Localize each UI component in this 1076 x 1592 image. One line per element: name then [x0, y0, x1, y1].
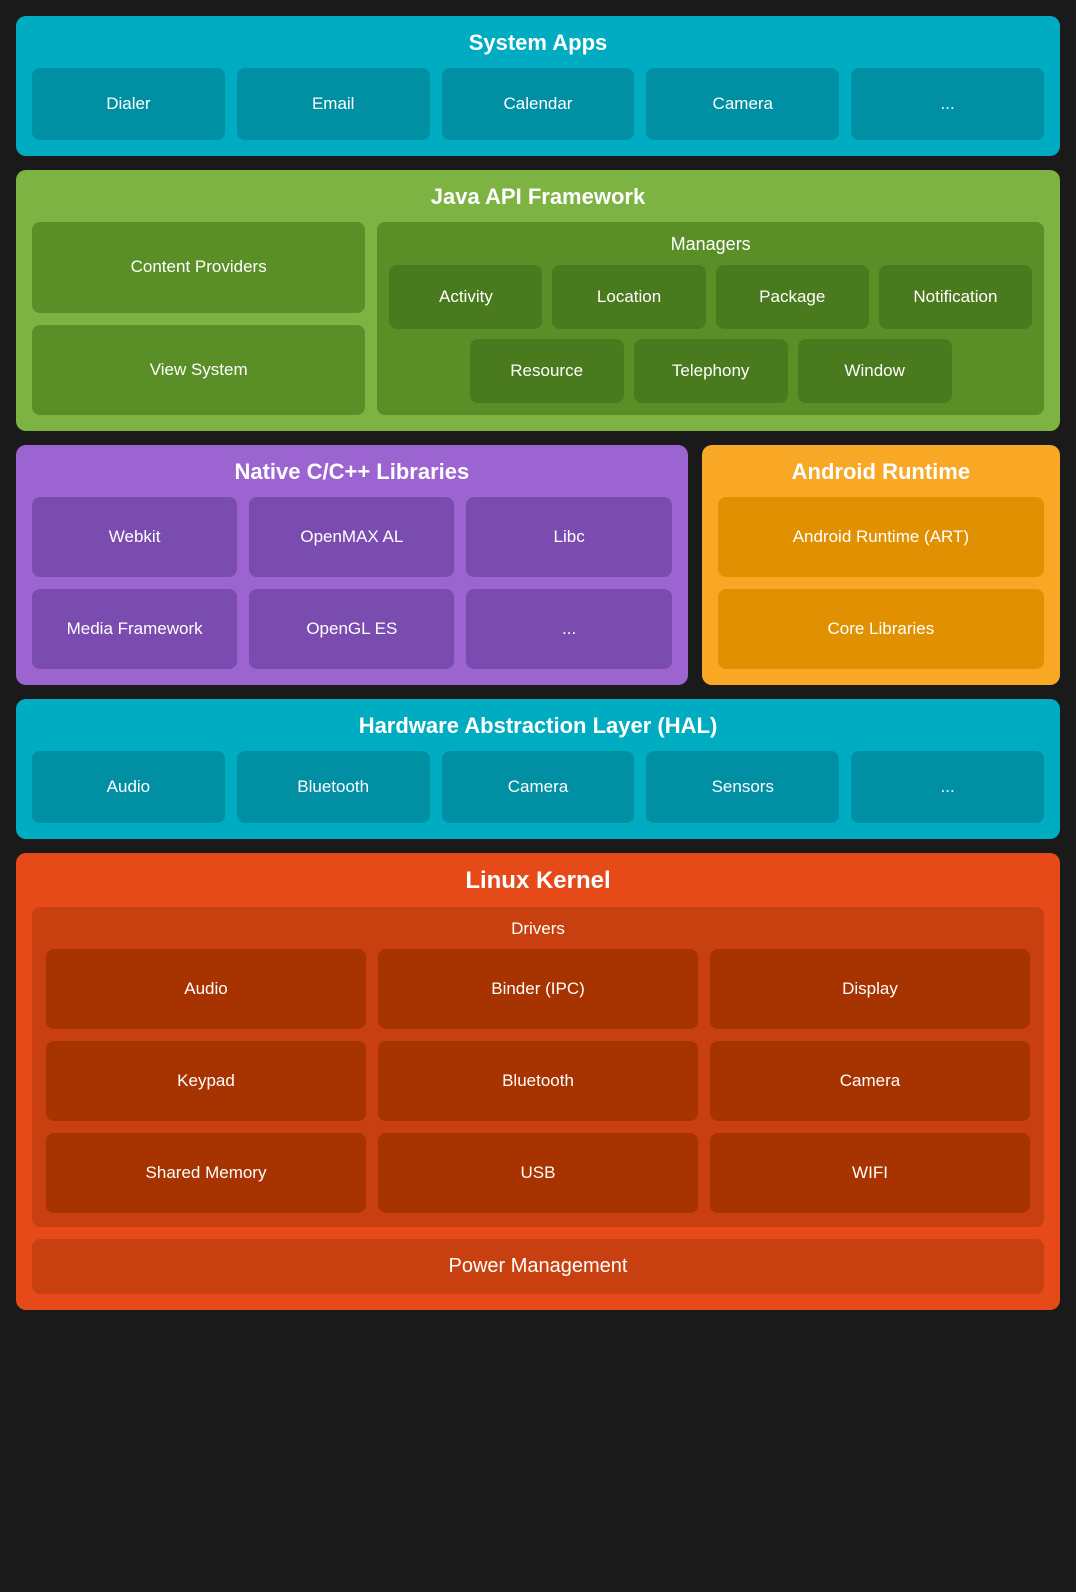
linux-kernel-title: Linux Kernel	[32, 867, 1044, 895]
list-item: Email	[237, 68, 430, 140]
list-item: Sensors	[646, 751, 839, 823]
list-item: Dialer	[32, 68, 225, 140]
system-apps-layer: System Apps Dialer Email Calendar Camera…	[16, 16, 1060, 156]
drivers-grid: Audio Binder (IPC) Display Keypad Blueto…	[46, 949, 1030, 1213]
list-item: Shared Memory	[46, 1133, 366, 1213]
list-item: Window	[798, 339, 952, 403]
list-item: USB	[378, 1133, 698, 1213]
list-item: ...	[851, 68, 1044, 140]
java-api-layer: Java API Framework Content Providers Vie…	[16, 170, 1060, 431]
view-system-card: View System	[32, 325, 365, 416]
list-item: Activity	[389, 265, 542, 329]
power-management: Power Management	[32, 1239, 1044, 1294]
native-libs-grid: Webkit OpenMAX AL Libc Media Framework O…	[32, 497, 672, 669]
managers-title: Managers	[389, 234, 1032, 255]
java-api-left: Content Providers View System	[32, 222, 365, 415]
list-item: Libc	[466, 497, 671, 577]
list-item: Camera	[442, 751, 635, 823]
list-item: OpenMAX AL	[249, 497, 454, 577]
drivers-title: Drivers	[46, 919, 1030, 939]
core-libraries-card: Core Libraries	[718, 589, 1044, 669]
hal-layer: Hardware Abstraction Layer (HAL) Audio B…	[16, 699, 1060, 839]
system-apps-title: System Apps	[32, 30, 1044, 56]
java-api-main: Content Providers View System Managers A…	[32, 222, 1044, 415]
list-item: Camera	[710, 1041, 1030, 1121]
content-providers-card: Content Providers	[32, 222, 365, 313]
drivers-section: Drivers Audio Binder (IPC) Display Keypa…	[32, 907, 1044, 1227]
hal-row: Audio Bluetooth Camera Sensors ...	[32, 751, 1044, 823]
list-item: Calendar	[442, 68, 635, 140]
hal-title: Hardware Abstraction Layer (HAL)	[32, 713, 1044, 739]
list-item: Audio	[46, 949, 366, 1029]
android-runtime-layer: Android Runtime Android Runtime (ART) Co…	[702, 445, 1060, 685]
list-item: Camera	[646, 68, 839, 140]
linux-kernel-layer: Linux Kernel Drivers Audio Binder (IPC) …	[16, 853, 1060, 1310]
managers-row1: Activity Location Package Notification	[389, 265, 1032, 329]
list-item: Audio	[32, 751, 225, 823]
list-item: Bluetooth	[378, 1041, 698, 1121]
list-item: Media Framework	[32, 589, 237, 669]
list-item: Webkit	[32, 497, 237, 577]
list-item: ...	[851, 751, 1044, 823]
java-api-title: Java API Framework	[32, 184, 1044, 210]
managers-section: Managers Activity Location Package Notif…	[377, 222, 1044, 415]
android-runtime-title: Android Runtime	[718, 459, 1044, 485]
system-apps-row: Dialer Email Calendar Camera ...	[32, 68, 1044, 140]
list-item: Telephony	[634, 339, 788, 403]
native-libs-layer: Native C/C++ Libraries Webkit OpenMAX AL…	[16, 445, 688, 685]
native-libs-title: Native C/C++ Libraries	[32, 459, 672, 485]
list-item: Binder (IPC)	[378, 949, 698, 1029]
managers-row2: Resource Telephony Window	[470, 339, 952, 403]
list-item: Location	[552, 265, 705, 329]
list-item: OpenGL ES	[249, 589, 454, 669]
list-item: Resource	[470, 339, 624, 403]
art-card: Android Runtime (ART)	[718, 497, 1044, 577]
list-item: Bluetooth	[237, 751, 430, 823]
list-item: Keypad	[46, 1041, 366, 1121]
list-item: WIFI	[710, 1133, 1030, 1213]
list-item: ...	[466, 589, 671, 669]
native-runtime-row: Native C/C++ Libraries Webkit OpenMAX AL…	[16, 445, 1060, 685]
list-item: Notification	[879, 265, 1032, 329]
list-item: Package	[716, 265, 869, 329]
list-item: Display	[710, 949, 1030, 1029]
